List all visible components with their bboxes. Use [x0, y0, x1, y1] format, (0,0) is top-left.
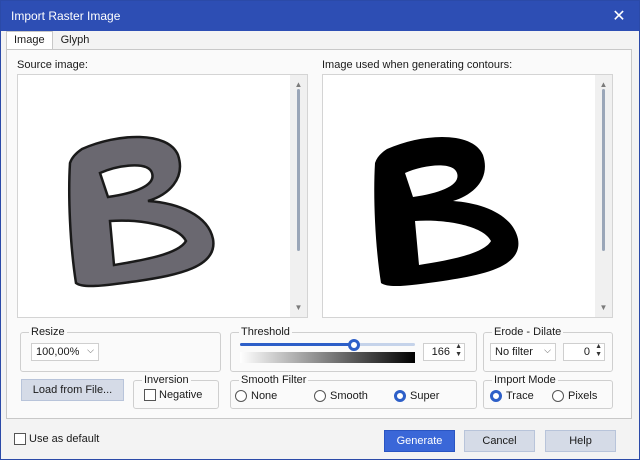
import-raster-dialog: Import Raster Image ✕ Image Glyph Source…: [0, 0, 640, 460]
resize-value: 100,00%: [36, 346, 80, 358]
use-as-default-label[interactable]: Use as default: [29, 433, 99, 445]
threshold-value: 166: [431, 346, 450, 358]
scroll-down-icon[interactable]: ▼: [293, 302, 304, 313]
smooth-super-label[interactable]: Super: [410, 390, 439, 402]
import-mode-title: Import Mode: [492, 374, 558, 386]
smooth-smooth-label[interactable]: Smooth: [330, 390, 368, 402]
load-from-file-button[interactable]: Load from File...: [21, 379, 124, 401]
smooth-none-radio[interactable]: [235, 390, 247, 402]
scroll-thumb[interactable]: [297, 89, 300, 251]
spinner-arrows-icon[interactable]: ▲ ▼: [595, 343, 602, 359]
cancel-button[interactable]: Cancel: [464, 430, 535, 452]
threshold-slider-thumb[interactable]: [347, 339, 360, 351]
mode-pixels-radio[interactable]: [552, 390, 564, 402]
tab-image[interactable]: Image: [6, 31, 53, 50]
source-image-preview: ▲ ▼: [17, 74, 308, 318]
import-mode-group: Import Mode Trace Pixels: [483, 374, 613, 409]
threshold-gradient: [240, 352, 415, 363]
spin-up-icon[interactable]: ▲: [455, 343, 462, 350]
threshold-group: Threshold 166 ▲ ▼: [230, 326, 477, 372]
smooth-super-radio[interactable]: [394, 390, 406, 402]
mode-pixels-label[interactable]: Pixels: [568, 390, 597, 402]
chevron-down-icon: ⌵: [87, 345, 94, 355]
contour-image-label: Image used when generating contours:: [322, 59, 513, 71]
tab-strip: Image Glyph: [6, 31, 97, 50]
title-bar: Import Raster Image ✕: [1, 1, 639, 31]
erode-filter-combo[interactable]: No filter ⌵: [490, 343, 556, 361]
spin-down-icon[interactable]: ▼: [595, 351, 602, 358]
scroll-down-icon[interactable]: ▼: [598, 302, 609, 313]
contour-image-preview: ▲ ▼: [322, 74, 613, 318]
resize-group: Resize 100,00% ⌵: [20, 326, 221, 372]
erode-dilate-title: Erode - Dilate: [492, 326, 564, 338]
source-scrollbar[interactable]: ▲ ▼: [290, 75, 307, 317]
erode-filter-value: No filter: [495, 346, 533, 358]
threshold-slider-fill: [240, 343, 354, 346]
spin-up-icon[interactable]: ▲: [595, 343, 602, 350]
use-as-default-checkbox[interactable]: [14, 433, 26, 445]
smooth-filter-title: Smooth Filter: [239, 374, 309, 386]
contour-scrollbar[interactable]: ▲ ▼: [595, 75, 612, 317]
generate-button[interactable]: Generate: [384, 430, 455, 452]
image-tab-panel: Source image: Image used when generating…: [6, 49, 632, 419]
negative-checkbox[interactable]: [144, 389, 156, 401]
window-title: Import Raster Image: [11, 9, 121, 23]
threshold-spinner[interactable]: 166 ▲ ▼: [423, 343, 465, 361]
chevron-down-icon: ⌵: [544, 345, 551, 355]
erode-dilate-value: 0: [583, 346, 590, 358]
resize-combo[interactable]: 100,00% ⌵: [31, 343, 99, 361]
mode-trace-label[interactable]: Trace: [506, 390, 534, 402]
threshold-title: Threshold: [239, 326, 292, 338]
source-letter-b-image: [68, 135, 215, 288]
help-button[interactable]: Help: [545, 430, 616, 452]
erode-dilate-group: Erode - Dilate No filter ⌵ 0 ▲ ▼: [483, 326, 613, 372]
contour-letter-b-image: [374, 136, 519, 287]
smooth-none-label[interactable]: None: [251, 390, 277, 402]
negative-label[interactable]: Negative: [159, 389, 202, 401]
spinner-arrows-icon[interactable]: ▲ ▼: [455, 343, 462, 359]
resize-title: Resize: [29, 326, 67, 338]
spin-down-icon[interactable]: ▼: [455, 351, 462, 358]
erode-dilate-spinner[interactable]: 0 ▲ ▼: [563, 343, 605, 361]
close-icon[interactable]: ✕: [599, 1, 639, 31]
inversion-group: Inversion Negative: [133, 374, 219, 409]
mode-trace-radio[interactable]: [490, 390, 502, 402]
tab-glyph[interactable]: Glyph: [53, 31, 98, 50]
smooth-smooth-radio[interactable]: [314, 390, 326, 402]
source-image-label: Source image:: [17, 59, 88, 71]
inversion-title: Inversion: [142, 374, 191, 386]
smooth-filter-group: Smooth Filter None Smooth Super: [230, 374, 477, 409]
scroll-thumb[interactable]: [602, 89, 605, 251]
